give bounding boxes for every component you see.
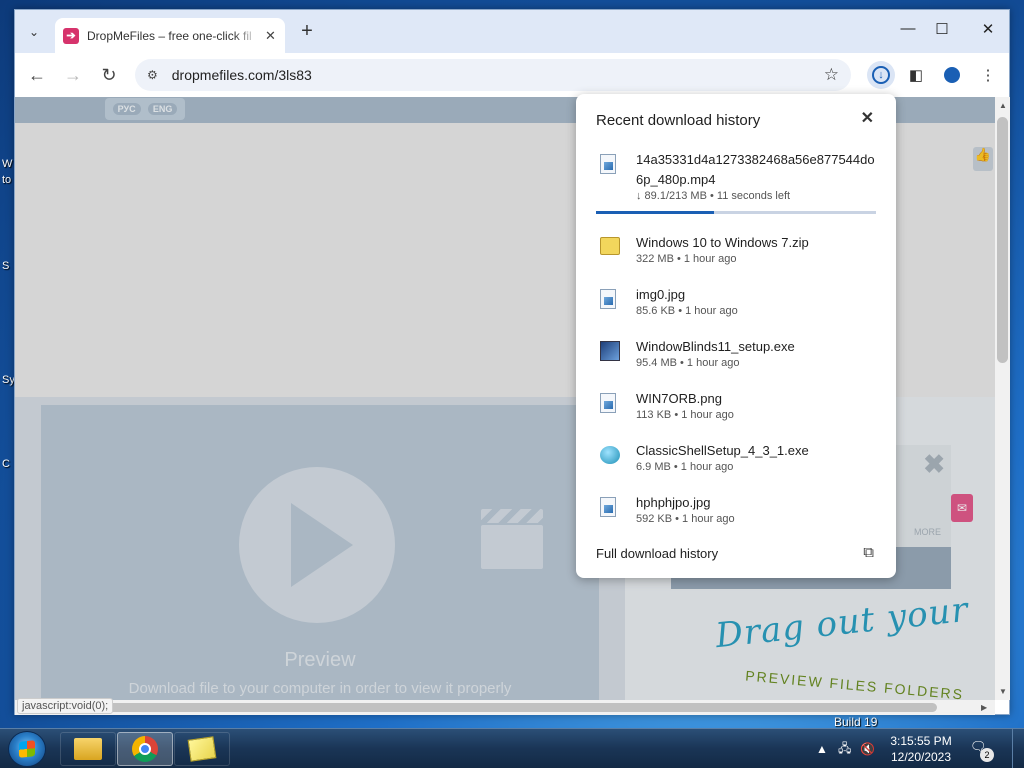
taskbar-sticky-notes[interactable] [174,732,230,766]
notification-count: 2 [980,748,994,762]
windows-logo-icon [19,740,35,758]
url-text[interactable]: dropmefiles.com/3ls83 [172,67,312,83]
arrow-left-icon: ← [28,64,46,85]
scroll-right-icon[interactable]: ▶ [981,703,987,712]
network-icon[interactable]: 🖧 [838,729,851,768]
horizontal-scroll-thumb[interactable] [31,703,937,712]
downloads-button[interactable]: ↓ [867,61,895,89]
chevron-down-icon: ⌄ [28,25,40,39]
clock-time: 3:15:55 PM [890,734,952,748]
full-download-history-link[interactable]: Full download history [596,546,718,561]
close-window-button[interactable]: ✕ [973,20,1003,38]
desktop-icon-label[interactable]: to [2,174,11,186]
clock[interactable]: 3:15:55 PM 12/20/2023 [884,733,958,765]
download-file-name[interactable]: Windows 10 to Windows 7.zip [636,233,876,253]
clock-date: 12/20/2023 [890,750,952,764]
download-file-name[interactable]: img0.jpg [636,285,876,305]
minimize-button[interactable]: — [893,20,923,37]
download-file-meta: 85.6 KB • 1 hour ago [636,305,738,317]
download-file-name[interactable]: hphphjpo.jpg [636,493,876,513]
close-icon[interactable]: ✕ [861,108,874,128]
forward-button[interactable]: → [61,63,85,87]
zip-file-icon [600,237,620,255]
taskbar-explorer[interactable] [60,732,116,766]
horizontal-scrollbar[interactable]: ▶ [15,700,995,715]
tab-search-button[interactable]: ⌄ [21,19,47,45]
download-item[interactable]: hphphjpo.jpg 592 KB • 1 hour ago [576,493,896,541]
browser-toolbar: ← → ↻ ⚙ dropmefiles.com/3ls83 ☆ ↓ ◧ ⋮ [15,53,1009,97]
desktop-icon-label[interactable]: W [2,158,12,170]
tab-strip: ⌄ ➔ DropMeFiles – free one-click fil ✕ +… [15,10,1009,53]
download-file-name[interactable]: ClassicShellSetup_4_3_1.exe [636,441,876,461]
download-item[interactable]: 14a35331d4a1273382468a56e877544do6p_480p… [576,150,896,202]
show-desktop-button[interactable] [1012,729,1024,768]
download-bubble-title: Recent download history [596,112,761,129]
side-panel-icon: ◧ [908,67,924,84]
download-item[interactable]: img0.jpg 85.6 KB • 1 hour ago [576,285,896,333]
scroll-down-icon[interactable]: ▼ [999,687,1007,696]
download-file-meta: ↓ 89.1/213 MB • 11 seconds left [636,190,791,202]
address-bar[interactable]: ⚙ dropmefiles.com/3ls83 ☆ [135,59,851,91]
desktop-icon-label[interactable]: Sy [2,374,15,386]
download-file-meta: 322 MB • 1 hour ago [636,253,737,265]
bookmark-star-icon[interactable]: ☆ [824,65,839,85]
download-file-meta: 95.4 MB • 1 hour ago [636,357,740,369]
status-url: javascript:void(0); [17,698,114,714]
image-file-icon [600,497,616,517]
download-file-name[interactable]: 14a35331d4a1273382468a56e877544do6p_480p… [636,150,876,190]
taskbar-chrome[interactable] [117,732,173,766]
download-item[interactable]: ClassicShellSetup_4_3_1.exe 6.9 MB • 1 h… [576,441,896,489]
profile-avatar-icon [944,67,960,83]
maximize-button[interactable]: ☐ [927,20,957,38]
tray-overflow-icon[interactable]: ▲ [816,729,828,768]
dropmefiles-favicon-icon: ➔ [63,27,79,44]
open-external-icon[interactable]: ⧉ [863,544,874,561]
desktop-icon-label[interactable]: C [2,458,10,470]
tab-dropmefiles[interactable]: ➔ DropMeFiles – free one-click fil ✕ [55,18,285,53]
reload-button[interactable]: ↻ [97,63,121,87]
image-file-icon [600,393,616,413]
video-file-icon [600,154,616,174]
side-panel-button[interactable]: ◧ [902,61,930,89]
volume-muted-icon[interactable]: 🔇 [860,729,875,768]
desktop-icon-label[interactable]: S [2,260,9,272]
back-button[interactable]: ← [25,63,49,87]
arrow-right-icon: → [64,64,82,85]
download-file-meta: 113 KB • 1 hour ago [636,409,734,421]
download-item[interactable]: WindowBlinds11_setup.exe 95.4 MB • 1 hou… [576,337,896,385]
download-item[interactable]: Windows 10 to Windows 7.zip 322 MB • 1 h… [576,233,896,281]
build-watermark: Build 19 [834,715,878,729]
sticky-notes-icon [187,736,217,762]
download-file-name[interactable]: WindowBlinds11_setup.exe [636,337,876,357]
chrome-icon [132,736,158,762]
scroll-up-icon[interactable]: ▲ [999,101,1007,110]
download-file-meta: 592 KB • 1 hour ago [636,513,735,525]
download-file-name[interactable]: WIN7ORB.png [636,389,876,409]
new-tab-button[interactable]: + [295,20,319,43]
vertical-scroll-thumb[interactable] [997,117,1008,363]
shell-icon [600,446,620,464]
download-bubble: Recent download history ✕ 14a35331d4a127… [576,94,896,578]
image-file-icon [600,289,616,309]
start-button[interactable] [8,731,46,767]
taskbar: ▲ 🖧 🔇 3:15:55 PM 12/20/2023 🗨 2 [0,728,1024,768]
vertical-scrollbar[interactable]: ▲ ▼ [995,97,1010,700]
download-item[interactable]: WIN7ORB.png 113 KB • 1 hour ago [576,389,896,437]
download-file-meta: 6.9 MB • 1 hour ago [636,461,734,473]
download-progress-bar [596,211,876,214]
site-settings-icon[interactable]: ⚙ [147,68,158,82]
kebab-menu-icon: ⋮ [980,67,996,84]
installer-icon [600,341,620,361]
profile-button[interactable] [938,61,966,89]
tab-title: DropMeFiles – free one-click fil [87,28,252,43]
reload-icon: ↻ [101,64,117,85]
folder-icon [74,738,102,760]
download-icon: ↓ [872,66,890,84]
tab-close-icon[interactable]: ✕ [265,28,276,44]
menu-button[interactable]: ⋮ [974,61,1002,89]
